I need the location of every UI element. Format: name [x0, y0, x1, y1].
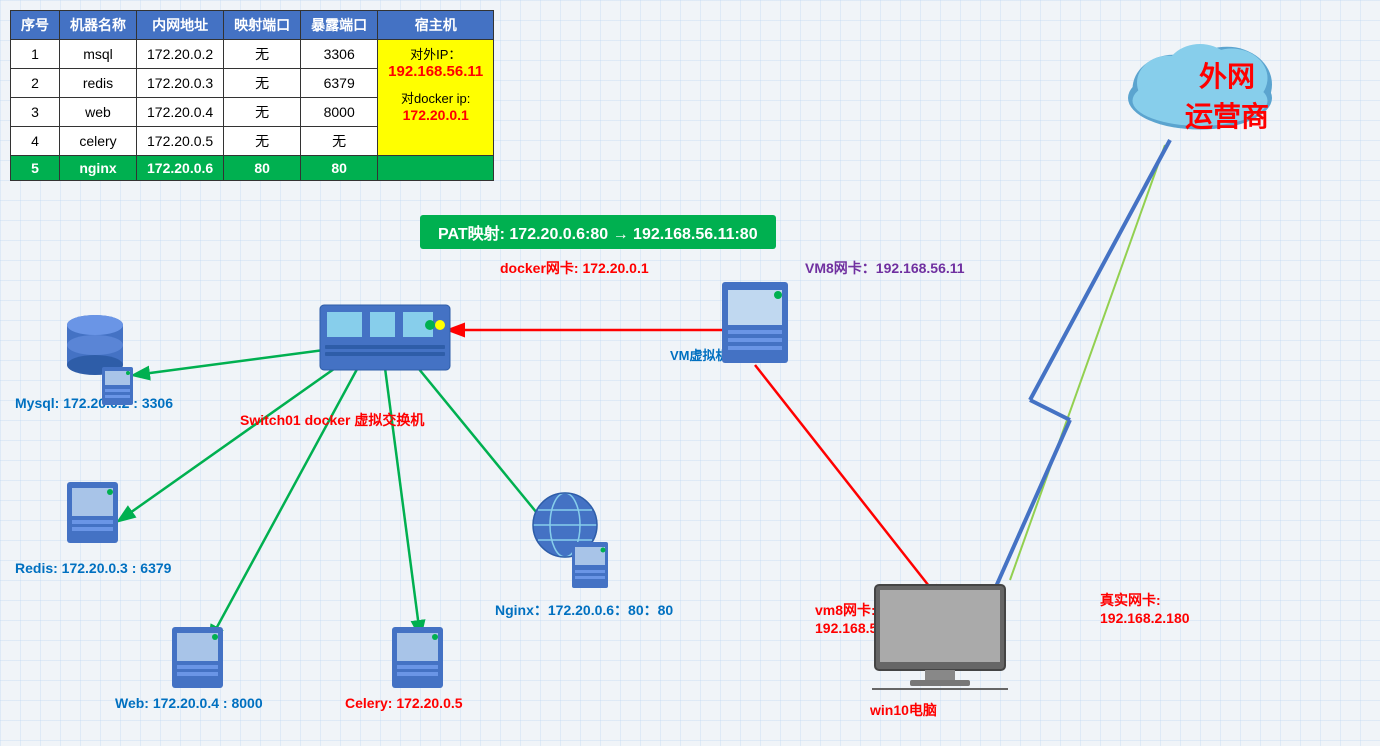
- label-celery: Celery: 172.20.0.5: [345, 695, 463, 711]
- label-web: Web: 172.20.0.4 : 8000: [115, 695, 263, 711]
- pat-banner: PAT映射: 172.20.0.6:80 → 192.168.56.11:80: [420, 215, 776, 249]
- redis-server-icon: [65, 480, 120, 550]
- label-mysql: Mysql: 172.20.0.2 : 3306: [15, 395, 173, 411]
- win10-computer-icon: [870, 580, 1010, 695]
- col-header-exposed: 暴露端口: [301, 11, 378, 40]
- mysql-server-icon: [100, 365, 135, 412]
- col-header-mapped: 映射端口: [224, 11, 301, 40]
- label-switch: Switch01 docker 虚拟交换机: [240, 410, 424, 430]
- table-row: 1 msql 172.20.0.2 无 3306 对外IP： 192.168.5…: [11, 40, 494, 69]
- col-header-ip: 内网地址: [137, 11, 224, 40]
- network-table: 序号 机器名称 内网地址 映射端口 暴露端口 宿主机 1 msql 172.20…: [10, 10, 494, 181]
- host-info: 对外IP： 192.168.56.11 对docker ip: 172.20.0…: [378, 40, 494, 156]
- switch-icon: [315, 300, 455, 385]
- label-nginx: Nginx：172.20.0.6：80：80: [495, 600, 673, 620]
- label-redis: Redis: 172.20.0.3 : 6379: [15, 560, 171, 576]
- label-real-card: 真实网卡: 192.168.2.180: [1100, 590, 1190, 626]
- label-vm8-nic: VM8网卡：192.168.56.11: [805, 258, 965, 278]
- label-outer-net: 外网运营商: [1185, 55, 1269, 135]
- col-header-host: 宿主机: [378, 11, 494, 40]
- vm-host-icon: [720, 280, 790, 370]
- col-header-name: 机器名称: [60, 11, 137, 40]
- table-row: 5 nginx 172.20.0.6 80 80: [11, 156, 494, 181]
- col-header-id: 序号: [11, 11, 60, 40]
- nginx-server-icon: [570, 540, 610, 595]
- label-docker-nic: docker网卡: 172.20.0.1: [500, 258, 649, 278]
- celery-server-icon: [390, 625, 445, 695]
- web-server-icon: [170, 625, 225, 695]
- label-win10: win10电脑: [870, 700, 937, 720]
